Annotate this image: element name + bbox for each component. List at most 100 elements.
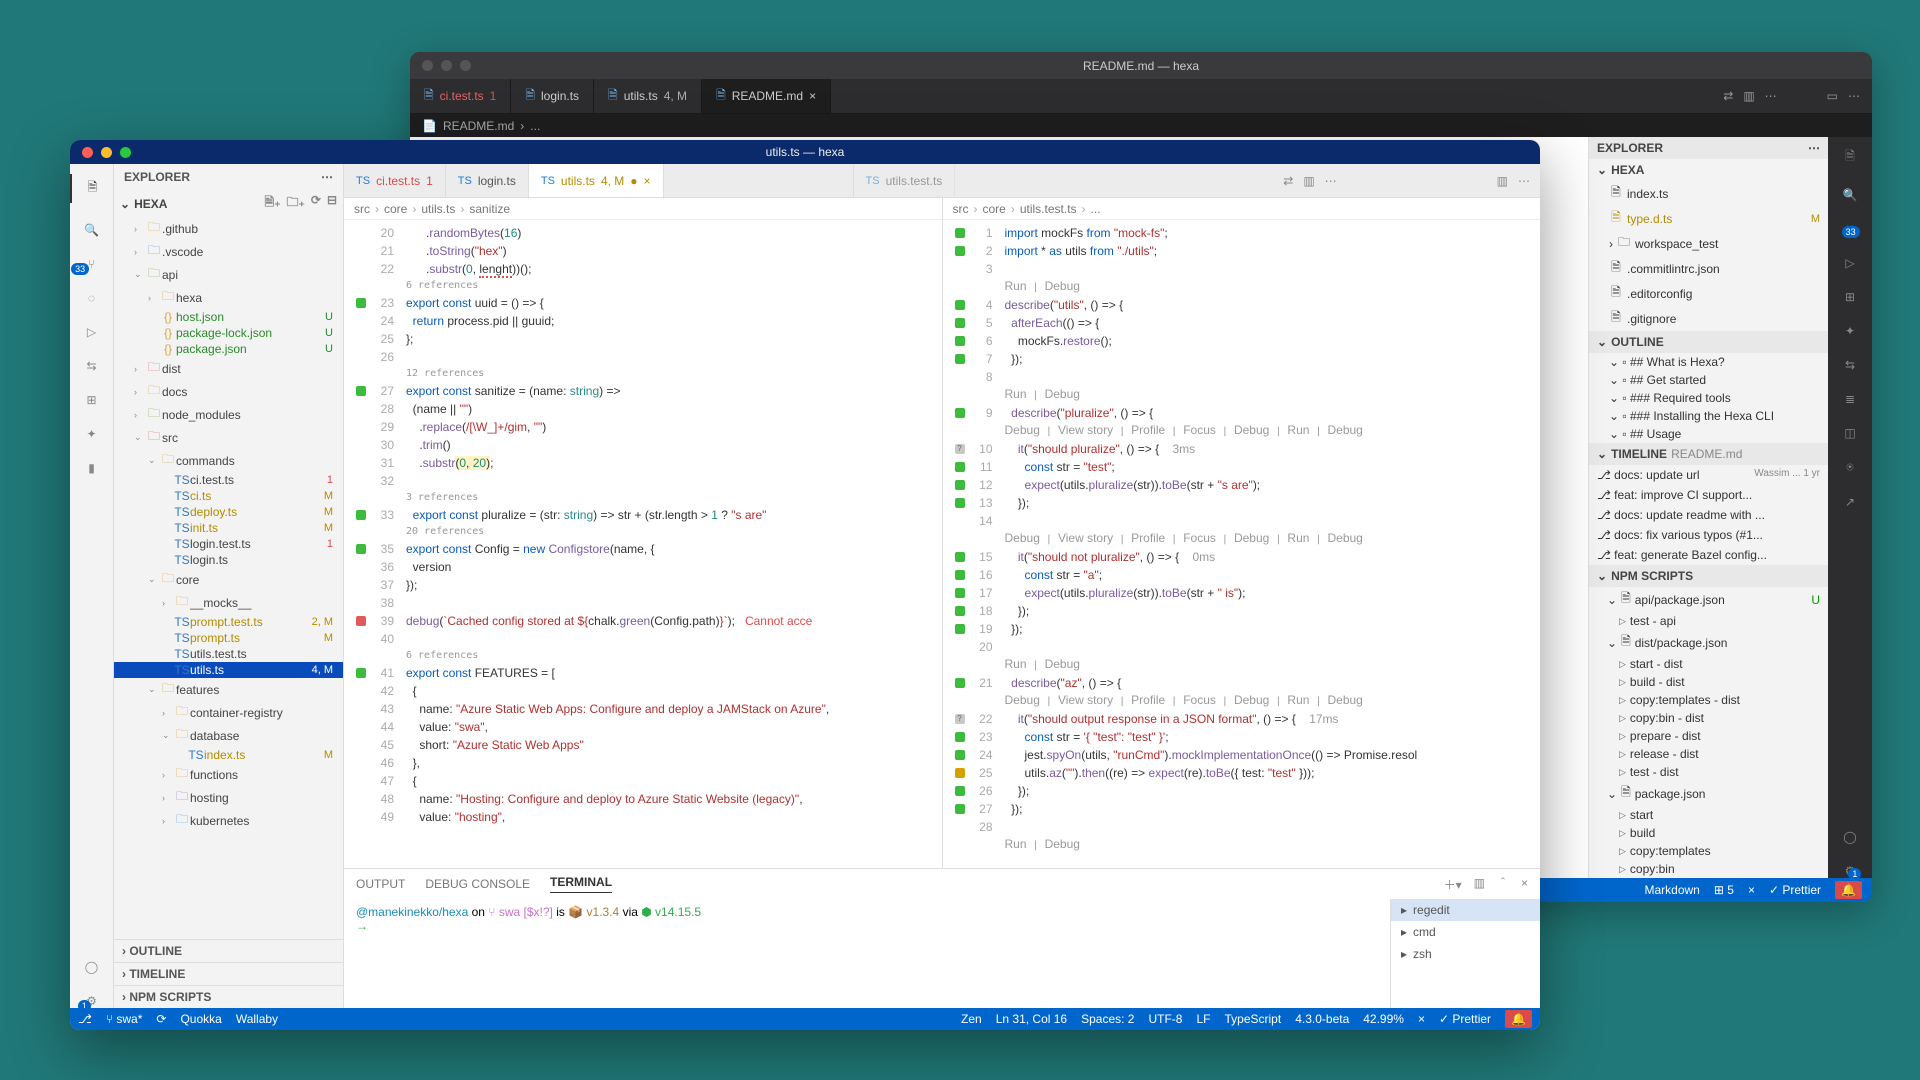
script-item[interactable]: ▷start xyxy=(1589,806,1828,824)
tree-row[interactable]: TSprompt.test.ts2, M xyxy=(114,614,343,630)
outline-item[interactable]: ⌄ ▫ ## Usage xyxy=(1589,425,1828,443)
code-line[interactable]: 28 xyxy=(943,818,1541,836)
run-icon[interactable]: ▷ xyxy=(87,325,96,339)
scm-icon[interactable]: ⑂ xyxy=(1846,222,1853,236)
code-line[interactable]: 33 export const pluralize = (str: string… xyxy=(344,506,942,524)
status-quokka[interactable]: Quokka xyxy=(180,1012,221,1026)
split-terminal-icon[interactable]: ▥ xyxy=(1474,876,1485,893)
codelens-action[interactable]: View story xyxy=(1058,531,1113,545)
script-item[interactable]: ▷copy:bin xyxy=(1589,860,1828,878)
outline-item[interactable]: ⌄ ▫ ## What is Hexa? xyxy=(1589,353,1828,371)
section-header[interactable]: › TIMELINE xyxy=(114,962,343,985)
codelens-action[interactable]: Debug xyxy=(1327,423,1362,437)
tree-row[interactable]: ⌄🗀features xyxy=(114,678,343,701)
more-icon[interactable]: ⋯ xyxy=(321,170,333,184)
status-branch[interactable]: ⑂ swa* xyxy=(106,1012,143,1026)
tree-row[interactable]: ›🗀__mocks__ xyxy=(114,591,343,614)
codelens-action[interactable]: Debug xyxy=(1005,693,1040,707)
code-line[interactable]: 41export const FEATURES = [ xyxy=(344,664,942,682)
codelens-action[interactable]: Focus xyxy=(1183,693,1216,707)
crumb[interactable]: utils.test.ts xyxy=(1020,202,1077,216)
code-line[interactable]: 46 }, xyxy=(344,754,942,772)
tree-row[interactable]: ›🗀dist xyxy=(114,357,343,380)
crumb[interactable]: sanitize xyxy=(469,202,510,216)
code-line[interactable]: 42 { xyxy=(344,682,942,700)
back-titlebar[interactable]: README.md — hexa xyxy=(410,52,1872,79)
tree-row[interactable]: {}package-lock.jsonU xyxy=(114,325,343,341)
code-line[interactable]: 47 { xyxy=(344,772,942,790)
code-line[interactable]: 26 }); xyxy=(943,782,1541,800)
timeline-item[interactable]: ⎇ feat: generate Bazel config... xyxy=(1589,545,1828,565)
scm-icon[interactable]: ⑂ xyxy=(88,257,95,271)
code-line[interactable]: 27 }); xyxy=(943,800,1541,818)
code-line[interactable]: 1import mockFs from "mock-fs"; xyxy=(943,224,1541,242)
tree-row[interactable]: TSprompt.tsM xyxy=(114,630,343,646)
editor-tab[interactable]: 🗎README.md × xyxy=(702,79,831,112)
liveshare-icon[interactable]: ↗ xyxy=(1845,495,1855,509)
editor-tab[interactable]: TSlogin.ts xyxy=(446,164,529,197)
tree-row[interactable]: TSlogin.test.ts1 xyxy=(114,536,343,552)
code-line[interactable]: 2import * as utils from "./utils"; xyxy=(943,242,1541,260)
split-icon[interactable]: ▥ xyxy=(1743,89,1754,103)
code-line[interactable]: 8 xyxy=(943,368,1541,386)
tree-item[interactable]: › 🗀workspace_test xyxy=(1589,231,1828,256)
bell-icon[interactable]: 🔔 xyxy=(1835,881,1862,899)
code-line[interactable]: 19 }); xyxy=(943,620,1541,638)
codelens-action[interactable]: Run xyxy=(1287,693,1309,707)
section-header[interactable]: › NPM SCRIPTS xyxy=(114,985,343,1008)
tree-row[interactable]: ›🗀hosting xyxy=(114,786,343,809)
tree-item[interactable]: 🗎.gitignore xyxy=(1589,306,1828,331)
codelens-action[interactable]: Debug xyxy=(1234,423,1269,437)
codelens[interactable]: 3 references xyxy=(344,490,942,506)
status-cov[interactable]: 42.99% xyxy=(1363,1012,1404,1026)
code-line[interactable]: 44 value: "swa", xyxy=(344,718,942,736)
code-line[interactable]: 15 it("should not pluralize", () => { 0m… xyxy=(943,548,1541,566)
code-line[interactable]: 5 afterEach(() => { xyxy=(943,314,1541,332)
script-item[interactable]: ▷test - api xyxy=(1589,612,1828,630)
timeline-header[interactable]: ⌄TIMELINE README.md xyxy=(1589,443,1828,465)
status-enc[interactable]: UTF-8 xyxy=(1148,1012,1182,1026)
bookmark-icon[interactable]: ⍟ xyxy=(1846,460,1853,475)
script-item[interactable]: ▷prepare - dist xyxy=(1589,727,1828,745)
codelens-action[interactable]: Debug xyxy=(1005,423,1040,437)
right-code[interactable]: 1import mockFs from "mock-fs";2import * … xyxy=(943,220,1541,868)
code-line[interactable]: 45 short: "Azure Static Web Apps" xyxy=(344,736,942,754)
codelens-action[interactable]: Run xyxy=(1005,837,1027,851)
tree-row[interactable]: TSci.test.ts1 xyxy=(114,472,343,488)
github-icon[interactable]: ◌ xyxy=(88,291,95,305)
front-titlebar[interactable]: utils.ts — hexa xyxy=(70,140,1540,164)
timeline-item[interactable]: ⎇ docs: fix various typos (#1... xyxy=(1589,525,1828,545)
codelens[interactable]: 6 references xyxy=(344,278,942,294)
crumb[interactable]: core xyxy=(384,202,407,216)
status-spaces[interactable]: Spaces: 2 xyxy=(1081,1012,1134,1026)
new-folder-icon[interactable]: 🗀₊ xyxy=(287,193,305,214)
codelens-action[interactable]: Debug xyxy=(1045,279,1080,293)
code-line[interactable]: 22 .substr(0, lenght))(); xyxy=(344,260,942,278)
code-line[interactable]: 9 describe("pluralize", () => { xyxy=(943,404,1541,422)
close-icon[interactable]: × xyxy=(1418,1012,1425,1026)
status-prettier[interactable]: ✓ Prettier xyxy=(1769,883,1821,897)
tree-row[interactable]: ›🗀functions xyxy=(114,763,343,786)
tree-row[interactable]: ⌄🗀src xyxy=(114,426,343,449)
tree-row[interactable]: ›🗀hexa xyxy=(114,286,343,309)
codelens-action[interactable]: Run xyxy=(1005,657,1027,671)
editor-tab[interactable]: TSutils.test.ts xyxy=(854,164,956,197)
more-icon[interactable]: ⋯ xyxy=(1765,89,1777,103)
script-item[interactable]: ▷test - dist xyxy=(1589,763,1828,781)
compare-icon[interactable]: ⇄ xyxy=(1723,89,1733,103)
crumb[interactable]: ... xyxy=(1091,202,1101,216)
code-line[interactable]: 6 mockFs.restore(); xyxy=(943,332,1541,350)
tree-row[interactable]: {}host.jsonU xyxy=(114,309,343,325)
tree-row[interactable]: TSinit.tsM xyxy=(114,520,343,536)
terminal-shell[interactable]: ▸cmd xyxy=(1391,921,1540,943)
code-line[interactable]: 37}); xyxy=(344,576,942,594)
code-line[interactable]: 18 }); xyxy=(943,602,1541,620)
left-breadcrumbs[interactable]: src›core›utils.ts›sanitize xyxy=(344,198,942,220)
explorer-icon[interactable]: 🗎 xyxy=(1845,147,1855,168)
docker-icon[interactable]: ◫ xyxy=(1844,426,1855,440)
maximize-icon[interactable]: ＾ xyxy=(1497,876,1509,893)
panel-tab-output[interactable]: OUTPUT xyxy=(356,877,405,891)
script-item[interactable]: ▷start - dist xyxy=(1589,655,1828,673)
tree-item[interactable]: 🗎index.ts xyxy=(1589,181,1828,206)
status-eol[interactable]: LF xyxy=(1196,1012,1210,1026)
